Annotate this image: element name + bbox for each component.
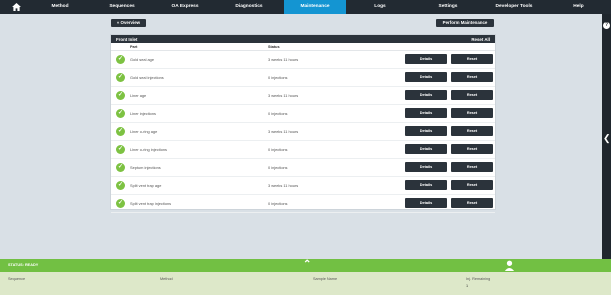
nav-item-settings[interactable]: Settings bbox=[414, 0, 482, 14]
part-status: 0 injections bbox=[268, 111, 288, 116]
reset-button[interactable]: Reset bbox=[451, 162, 493, 172]
check-circle-icon: ✓ bbox=[116, 145, 125, 154]
details-button[interactable]: Details bbox=[405, 90, 447, 100]
details-button[interactable]: Details bbox=[405, 54, 447, 64]
table-row: ✓ Liner o-ring age 3 weeks 11 hours Details… bbox=[111, 123, 495, 141]
part-name: Gold seal age bbox=[130, 57, 155, 62]
reset-button[interactable]: Reset bbox=[451, 72, 493, 82]
panel-header: Front Inlet Reset All bbox=[111, 35, 495, 43]
column-header-status: Status bbox=[268, 44, 280, 49]
reset-all-button[interactable]: Reset All bbox=[471, 37, 490, 42]
part-name: Gold seal injections bbox=[130, 75, 164, 80]
part-name: Liner age bbox=[130, 93, 147, 98]
chevron-up-icon[interactable]: ⌃ bbox=[303, 260, 311, 270]
table-row: ✓ Gold seal age 3 weeks 11 hours Details Res… bbox=[111, 51, 495, 69]
check-circle-icon: ✓ bbox=[116, 55, 125, 64]
table-row: ✓ Split vent trap age 3 weeks 11 hours Deta… bbox=[111, 177, 495, 195]
table-row: ✓ Liner injections 0 injections Details Rese… bbox=[111, 105, 495, 123]
table-row: ✓ Liner o-ring injections 0 injections Deta… bbox=[111, 141, 495, 159]
column-headers: Part Status bbox=[111, 43, 495, 51]
nav-item-maintenance[interactable]: Maintenance bbox=[284, 0, 346, 14]
home-button[interactable] bbox=[0, 0, 32, 14]
nav-item-developer-tools[interactable]: Developer Tools bbox=[482, 0, 546, 14]
part-status: 3 weeks 11 hours bbox=[268, 129, 299, 134]
details-button[interactable]: Details bbox=[405, 72, 447, 82]
part-status: 0 injections bbox=[268, 201, 288, 206]
injections-remaining-value: 1 bbox=[466, 284, 469, 288]
column-header-part: Part bbox=[130, 44, 138, 49]
nav-item-sequences[interactable]: Sequences bbox=[88, 0, 156, 14]
sample-name-label: Sample Name bbox=[313, 277, 338, 281]
nav-item-oa-express[interactable]: OA Express bbox=[156, 0, 214, 14]
reset-button[interactable]: Reset bbox=[451, 108, 493, 118]
overview-button[interactable]: « Overview bbox=[111, 19, 146, 27]
part-name: Liner o-ring injections bbox=[130, 147, 167, 152]
status-text: STATUS: READY bbox=[8, 263, 39, 267]
part-name: Liner o-ring age bbox=[130, 129, 158, 134]
reset-button[interactable]: Reset bbox=[451, 54, 493, 64]
nav-item-diagnostics[interactable]: Diagnostics bbox=[214, 0, 284, 14]
nav-item-help[interactable]: Help bbox=[546, 0, 611, 14]
part-status: 3 weeks 11 hours bbox=[268, 93, 299, 98]
details-button[interactable]: Details bbox=[405, 108, 447, 118]
check-circle-icon: ✓ bbox=[116, 73, 125, 82]
part-status: 3 weeks 11 hours bbox=[268, 183, 299, 188]
perform-maintenance-button[interactable]: Perform Maintenance bbox=[436, 19, 494, 27]
status-bar: STATUS: READY ⌃ bbox=[0, 259, 611, 272]
check-circle-icon: ✓ bbox=[116, 127, 125, 136]
nav-item-logs[interactable]: Logs bbox=[346, 0, 414, 14]
details-button[interactable]: Details bbox=[405, 144, 447, 154]
injections-remaining-label: Inj. Remaining bbox=[466, 277, 491, 281]
part-name: Liner injections bbox=[130, 111, 156, 116]
table-row: ✓ Gold seal injections 0 injections Details… bbox=[111, 69, 495, 87]
check-circle-icon: ✓ bbox=[116, 91, 125, 100]
check-circle-icon: ✓ bbox=[116, 181, 125, 190]
table-row: ✓ Liner age 3 weeks 11 hours Details Reset bbox=[111, 87, 495, 105]
details-button[interactable]: Details bbox=[405, 126, 447, 136]
run-info-bar: Sequence Method Sample Name Inj. Remaini… bbox=[0, 272, 611, 295]
part-name: Split vent trap age bbox=[130, 183, 162, 188]
check-circle-icon: ✓ bbox=[116, 163, 125, 172]
table-row: ✓ Septum injections 0 injections Details Res… bbox=[111, 159, 495, 177]
reset-button[interactable]: Reset bbox=[451, 90, 493, 100]
chevron-left-icon[interactable]: ❮ bbox=[603, 134, 611, 143]
part-status: 0 injections bbox=[268, 147, 288, 152]
reset-button[interactable]: Reset bbox=[451, 144, 493, 154]
help-icon[interactable]: ? bbox=[603, 22, 610, 29]
top-nav: Method Sequences OA Express Diagnostics Main… bbox=[0, 0, 611, 14]
part-status: 0 injections bbox=[268, 165, 288, 170]
check-circle-icon: ✓ bbox=[116, 109, 125, 118]
front-inlet-panel: Front Inlet Reset All Part Status ✓ Gold … bbox=[110, 34, 496, 213]
details-button[interactable]: Details bbox=[405, 162, 447, 172]
right-sidebar: ? ❮ bbox=[602, 14, 611, 259]
nav-item-method[interactable]: Method bbox=[32, 0, 88, 14]
reset-button[interactable]: Reset bbox=[451, 126, 493, 136]
part-status: 0 injections bbox=[268, 75, 288, 80]
check-circle-icon: ✓ bbox=[116, 199, 125, 208]
sequence-label: Sequence bbox=[8, 277, 26, 281]
home-icon bbox=[11, 3, 21, 11]
reset-button[interactable]: Reset bbox=[451, 180, 493, 190]
part-status: 3 weeks 11 hours bbox=[268, 57, 299, 62]
part-name: Septum injections bbox=[130, 165, 161, 170]
method-label: Method bbox=[160, 277, 173, 281]
details-button[interactable]: Details bbox=[405, 198, 447, 208]
table-row: ✓ Split vent trap injections 0 injections D… bbox=[111, 195, 495, 213]
part-name: Split vent trap injections bbox=[130, 201, 172, 206]
details-button[interactable]: Details bbox=[405, 180, 447, 190]
user-icon[interactable] bbox=[504, 260, 515, 271]
reset-button[interactable]: Reset bbox=[451, 198, 493, 208]
panel-title: Front Inlet bbox=[116, 36, 138, 42]
